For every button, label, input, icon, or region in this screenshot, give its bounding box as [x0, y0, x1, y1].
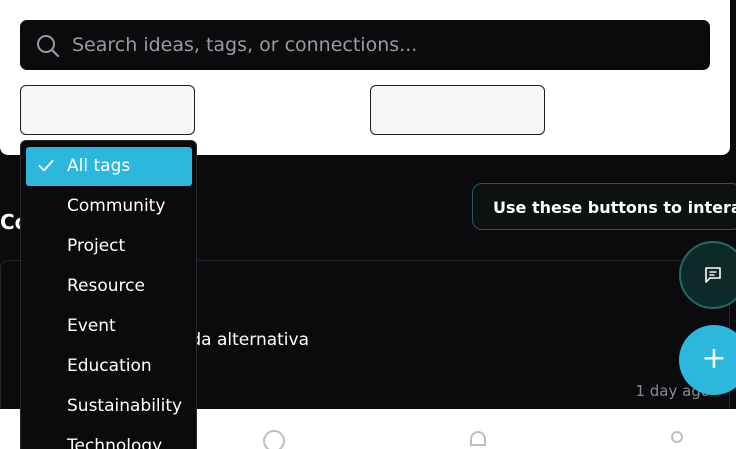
dropdown-option-project[interactable]: Project: [26, 227, 192, 266]
tag-dropdown-menu: All tags Community Project Resource Even…: [20, 140, 197, 449]
user-icon[interactable]: [665, 429, 689, 449]
compass-icon[interactable]: [262, 429, 286, 449]
hint-tooltip: Use these buttons to interact!: [472, 183, 736, 230]
dropdown-option-education[interactable]: Education: [26, 347, 192, 386]
check-icon: [38, 160, 54, 172]
idea-card-timestamp: 1 day ago: [635, 382, 710, 400]
search-icon: [37, 35, 60, 58]
dropdown-option-label: Education: [67, 356, 152, 376]
dropdown-option-label: Sustainability: [67, 396, 183, 416]
dropdown-option-technology[interactable]: Technology: [26, 427, 192, 449]
plus-icon: +: [701, 341, 727, 376]
dropdown-option-all-tags[interactable]: All tags: [26, 147, 192, 186]
search-bar[interactable]: [20, 20, 710, 70]
dropdown-option-label: Community: [67, 196, 166, 216]
bell-icon[interactable]: [466, 429, 490, 449]
dropdown-option-label: Resource: [67, 276, 145, 296]
sort-filter-select[interactable]: [370, 85, 545, 135]
dropdown-option-label: All tags: [67, 156, 131, 176]
dropdown-option-sustainability[interactable]: Sustainability: [26, 387, 192, 426]
dropdown-option-label: Technology: [67, 436, 163, 449]
dropdown-option-label: Project: [67, 236, 126, 256]
chat-icon: [705, 267, 721, 283]
tag-filter-select[interactable]: [20, 85, 195, 135]
app-screen: Co uída alternativa 1 day ago Use these …: [0, 0, 736, 449]
search-input[interactable]: [72, 20, 692, 70]
dropdown-option-resource[interactable]: Resource: [26, 267, 192, 306]
filter-panel: [0, 0, 730, 155]
dropdown-option-event[interactable]: Event: [26, 307, 192, 346]
dropdown-option-label: Event: [67, 316, 116, 336]
dropdown-option-community[interactable]: Community: [26, 187, 192, 226]
